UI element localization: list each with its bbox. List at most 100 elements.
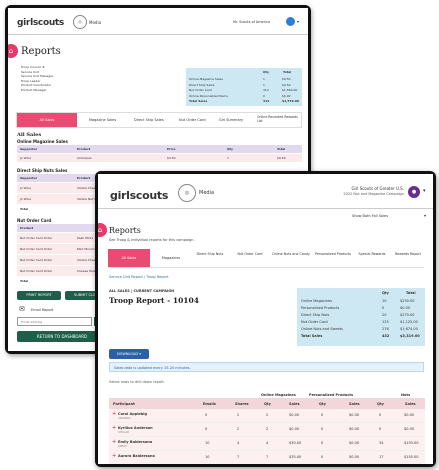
table-row[interactable]: + Carol Applebig AMAZING! 0 2 2 $0.00 0 …: [109, 409, 425, 423]
back-home-icon[interactable]: ⌂: [8, 44, 18, 58]
front-summary-qty: 20: [382, 313, 387, 317]
cell-shares: 4: [237, 441, 240, 445]
back-header-divider: [8, 34, 308, 35]
cell-pers-sales: $0.00: [349, 441, 360, 445]
front-summary-qty: 125: [382, 320, 389, 324]
back-avatar[interactable]: [286, 17, 295, 26]
front-summary-label: Personalized Products: [301, 306, 340, 310]
front-col-sales[interactable]: Sales: [289, 402, 300, 406]
back-cell: Nut Order Card Order: [20, 269, 53, 273]
front-home-icon[interactable]: ⌂: [98, 223, 107, 237]
front-tab-personalized[interactable]: Personalized Products: [314, 252, 352, 256]
front-tab-magazines[interactable]: Magazines: [154, 252, 188, 264]
front-download-button[interactable]: DOWNLOAD ▾: [109, 349, 149, 359]
front-col-sales[interactable]: Sales: [405, 402, 416, 406]
back-col: Price: [167, 147, 176, 151]
front-tab-direct-ship[interactable]: Direct Ship Nuts: [192, 252, 228, 256]
back-tab-all-sales[interactable]: All Sales: [17, 113, 77, 127]
front-tab-rewards-report[interactable]: Rewards Report: [392, 252, 424, 256]
front-user-sub: 2022 Nut and Magazine Campaign: [343, 192, 404, 196]
front-breadcrumb[interactable]: Service Unit Report / Troop Report: [109, 275, 169, 279]
back-tab-magazine[interactable]: Magazine Sales: [89, 118, 116, 122]
expand-plus-icon[interactable]: +: [112, 411, 116, 417]
back-header-badge: Media: [89, 20, 102, 25]
front-col-qty[interactable]: Qty: [377, 402, 384, 406]
expand-plus-icon[interactable]: +: [112, 425, 116, 431]
back-logo[interactable]: girlscouts: [17, 18, 64, 28]
table-row[interactable]: + Emily Baldersono GREAT! 10 4 4 $30.00 …: [109, 437, 425, 451]
front-summary-total: $1,674.00: [400, 327, 418, 331]
back-sec3-total: Total: [20, 279, 29, 283]
front-summary-label: Nut Order Card: [301, 320, 328, 324]
back-tab-nut-order[interactable]: Nut Order Card: [179, 118, 206, 122]
cell-mag-qty: 4: [266, 441, 269, 445]
front-col-sales[interactable]: Sales: [349, 402, 360, 406]
front-col-qty[interactable]: Qty: [319, 402, 326, 406]
back-col: Product: [77, 147, 91, 151]
back-tab-rewards[interactable]: Online Recorded Rewards List: [257, 115, 301, 123]
front-user-name[interactable]: Girl Scouts of Greater U.S.: [312, 186, 404, 191]
back-summary-label: Nut Order Card: [189, 88, 212, 92]
cell-emails: 10: [205, 455, 210, 459]
front-tab-online-nuts[interactable]: Online Nuts and Candy: [272, 252, 310, 256]
cell-shares: 2: [237, 427, 240, 431]
cell-nuts-sales: $0.00: [404, 427, 415, 431]
cell-pers-sales: $0.00: [349, 455, 360, 459]
front-tab-all-sales[interactable]: All Sales: [108, 249, 150, 267]
participant-sub: AMAZING!: [118, 417, 131, 420]
table-row[interactable]: + Aurora Baldersono 10 7 7 $35.00 0 $0.0…: [109, 451, 425, 464]
back-col: Total: [277, 147, 286, 151]
back-cell: Nut Order Card Order: [20, 258, 53, 262]
participant-name: Aurora Baldersono: [118, 454, 155, 458]
front-col-qty[interactable]: Qty: [264, 402, 271, 406]
cell-nuts-sales: $0.00: [404, 413, 415, 417]
back-section-all: All Sales: [17, 132, 42, 138]
front-info-banner-text: Sales data is updated every 15-20 minute…: [114, 365, 191, 370]
back-email-input[interactable]: Email Address: [17, 317, 92, 326]
back-cell: Jo Wine: [20, 156, 32, 160]
back-tab-girl-summary[interactable]: Girl Summary: [219, 118, 243, 122]
back-summary-label: Direct Ship Sales: [189, 82, 215, 87]
back-tab-bar: All Sales Magazine Sales Direct Ship Sal…: [16, 112, 302, 128]
cell-mag-sales: $30.00: [289, 441, 302, 445]
front-toggle-chevron-icon[interactable]: ▾: [424, 213, 426, 218]
front-drill-hint: Select rows to drill down report.: [109, 380, 165, 384]
front-col-emails[interactable]: Emails: [203, 402, 216, 406]
expand-plus-icon[interactable]: +: [112, 439, 116, 445]
back-dashboard-button[interactable]: RETURN TO DASHBOARD: [17, 331, 107, 342]
front-tab-nut-order[interactable]: Nut Order Card: [232, 252, 268, 256]
back-cell: Allrecipes: [77, 156, 92, 160]
back-cell: Jo Wine: [20, 186, 32, 190]
cell-nuts-qty: 34: [379, 441, 384, 445]
back-print-button[interactable]: PRINT REPORT: [17, 291, 61, 300]
table-row[interactable]: + Kyrillus Anderson STELLAR 0 2 2 $0.00 …: [109, 423, 425, 437]
back-tab-direct-ship[interactable]: Direct Ship Sales: [134, 118, 164, 122]
cell-shares: 2: [237, 413, 240, 417]
front-summary-head-qty: Qty: [382, 291, 389, 295]
front-chevron-down-icon[interactable]: ▾: [423, 188, 426, 194]
front-group-nuts: Nuts: [401, 393, 411, 397]
expand-plus-icon[interactable]: +: [112, 453, 116, 459]
front-report-title: Troop Report - 10104: [109, 296, 199, 305]
front-summary-label: Total Sales: [301, 334, 323, 338]
front-campaign-toggle[interactable]: Show Both Fall Sales: [352, 214, 388, 218]
back-summary-label: Online Personalized Items: [189, 93, 228, 98]
cell-pers-sales: $0.00: [349, 413, 360, 417]
back-user-label[interactable]: Mr. Scouts of America: [233, 20, 270, 24]
front-summary-label: Online Magazines: [301, 299, 332, 303]
front-col-participant[interactable]: Participant: [113, 402, 135, 406]
front-avatar[interactable]: ●: [408, 186, 420, 198]
back-sec1-row[interactable]: Jo Wine Allrecipes $9.50 1 $9.50: [17, 154, 302, 162]
front-tab-special-rewards[interactable]: Special Rewards: [356, 252, 388, 256]
back-mail-icon: ✉: [19, 305, 25, 313]
back-cell: Peak Mints: [77, 236, 94, 240]
back-sec3-title: Nut Order Card: [17, 218, 52, 223]
front-logo[interactable]: girlscouts: [110, 189, 168, 202]
front-header-divider: [98, 208, 433, 209]
back-chevron-down-icon[interactable]: ▾: [297, 19, 299, 24]
cell-pers-qty: 0: [321, 455, 324, 459]
back-col: Supporter: [20, 176, 38, 180]
front-col-shares[interactable]: Shares: [235, 402, 249, 406]
back-cell: Nut Order Card Order: [20, 236, 53, 240]
back-info-line: Product Manager: [21, 87, 47, 92]
